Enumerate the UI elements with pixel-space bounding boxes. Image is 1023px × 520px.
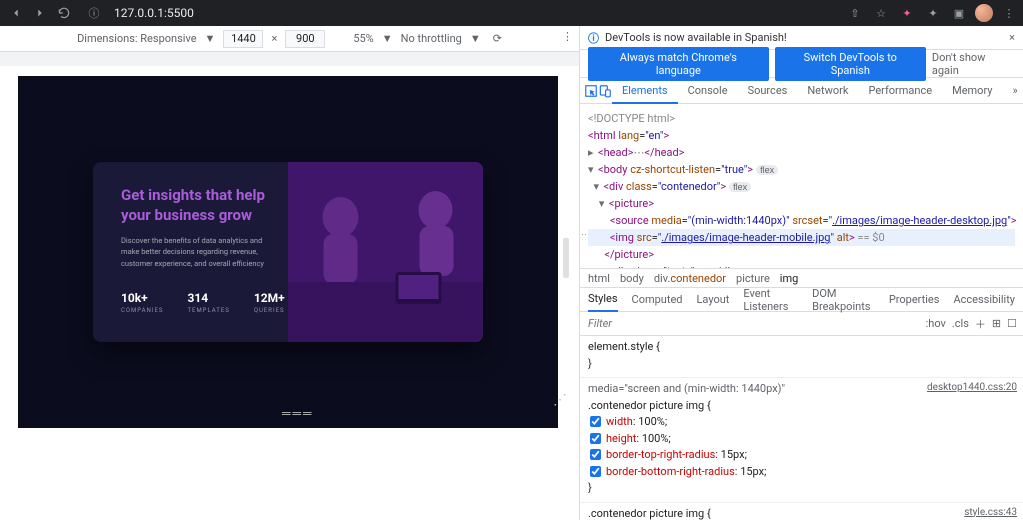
cls-toggle[interactable]: .cls — [952, 317, 969, 330]
throttle-dropdown-icon[interactable]: ▼ — [470, 32, 481, 45]
language-banner-text: DevTools is now available in Spanish! — [605, 31, 787, 44]
hov-toggle[interactable]: :hov — [926, 317, 946, 330]
info-icon[interactable]: ⓘ — [82, 1, 106, 25]
crumb-div[interactable]: div.contenedor — [654, 272, 726, 285]
back-button[interactable] — [4, 1, 28, 25]
resize-handle-right[interactable] — [563, 238, 569, 278]
breadcrumb[interactable]: html body div.contenedor picture img — [580, 268, 1023, 288]
styles-tabs: Styles Computed Layout Event Listeners D… — [580, 288, 1023, 312]
dont-show-link[interactable]: Don't show again — [932, 51, 1015, 77]
dom-tree[interactable]: <!DOCTYPE html> <html lang="en"> ▸<head>… — [580, 104, 1023, 268]
crumb-picture[interactable]: picture — [736, 272, 770, 285]
resize-handle-bottom[interactable]: ═══ — [282, 406, 314, 420]
prop-checkbox[interactable] — [590, 433, 601, 444]
subtab-properties[interactable]: Properties — [889, 293, 940, 306]
rule-style-css[interactable]: style.css:43 .contenedor picture img { b… — [580, 503, 1023, 520]
tabs-overflow-icon[interactable]: » — [1002, 78, 1023, 104]
profile-avatar[interactable] — [975, 4, 993, 22]
source-link[interactable]: style.css:43 — [964, 505, 1017, 520]
height-input[interactable] — [285, 30, 325, 48]
tab-console[interactable]: Console — [678, 78, 738, 104]
crumb-img[interactable]: img — [780, 272, 799, 285]
extension-icon-1[interactable]: ✦ — [897, 3, 917, 23]
stat-templates: 314TEMPLATES — [187, 291, 229, 314]
card-body: Discover the benefits of data analytics … — [121, 235, 268, 269]
styles-filter-bar: :hov .cls ＋ ⊞ ☐ — [580, 312, 1023, 336]
tab-sources[interactable]: Sources — [738, 78, 798, 104]
new-rule-icon[interactable]: ＋ — [975, 316, 986, 332]
styles-panel[interactable]: element.style { } desktop1440.css:20 med… — [580, 336, 1023, 520]
subtab-computed[interactable]: Computed — [632, 293, 683, 306]
tab-network[interactable]: Network — [797, 78, 858, 104]
info-icon: ⓘ — [588, 30, 599, 46]
prop-checkbox[interactable] — [590, 416, 601, 427]
rule-desktop-media[interactable]: desktop1440.css:20 media="screen and (mi… — [580, 378, 1023, 503]
subtab-dom-bp[interactable]: DOM Breakpoints — [812, 287, 875, 313]
stats-card: Get insights that help your business gro… — [93, 162, 483, 342]
device-mode-icon[interactable] — [598, 79, 612, 103]
card-headline: Get insights that help your business gro… — [121, 186, 268, 225]
throttle-label[interactable]: No throttling — [401, 32, 462, 45]
devtools-tabs: Elements Console Sources Network Perform… — [580, 78, 1023, 104]
rotate-icon[interactable]: ⟳ — [493, 32, 502, 45]
stat-queries: 12M+QUERIES — [254, 291, 285, 314]
source-link[interactable]: desktop1440.css:20 — [927, 380, 1017, 395]
subtab-accessibility[interactable]: Accessibility — [953, 293, 1015, 306]
forward-button[interactable] — [28, 1, 52, 25]
prop-checkbox[interactable] — [590, 449, 601, 460]
inspect-icon[interactable] — [584, 79, 598, 103]
page-preview: Get insights that help your business gro… — [18, 76, 558, 428]
resize-handle-corner[interactable]: ⋰ — [553, 392, 567, 408]
dimensions-label: Dimensions: Responsive — [77, 32, 196, 45]
device-menu-icon[interactable]: ⋮ — [562, 30, 573, 43]
language-banner-actions: Always match Chrome's language Switch De… — [580, 50, 1023, 78]
banner-close-icon[interactable]: × — [1009, 31, 1015, 44]
computed-icon[interactable]: ⊞ — [992, 317, 1001, 330]
rule-element-style[interactable]: element.style { } — [580, 336, 1023, 378]
reload-button[interactable] — [52, 1, 76, 25]
tab-memory[interactable]: Memory — [942, 78, 1002, 104]
devtools-panel: ⓘ DevTools is now available in Spanish! … — [580, 26, 1023, 520]
crumb-html[interactable]: html — [588, 272, 610, 285]
x-separator: × — [271, 32, 277, 45]
card-image — [288, 162, 483, 342]
always-match-button[interactable]: Always match Chrome's language — [588, 47, 769, 81]
styles-filter-input[interactable] — [580, 317, 926, 330]
subtab-events[interactable]: Event Listeners — [743, 287, 798, 313]
panel-icon[interactable]: ▣ — [949, 3, 969, 23]
extensions-icon[interactable]: ✦ — [923, 3, 943, 23]
crumb-body[interactable]: body — [620, 272, 644, 285]
tab-performance[interactable]: Performance — [858, 78, 942, 104]
preview-viewport: Get insights that help your business gro… — [0, 66, 579, 520]
zoom-label[interactable]: 55% — [353, 32, 373, 45]
subtab-layout[interactable]: Layout — [697, 293, 730, 306]
bookmark-icon[interactable]: ☆ — [871, 3, 891, 23]
share-icon[interactable]: ⇧ — [845, 3, 865, 23]
prop-checkbox[interactable] — [590, 466, 601, 477]
rendering-icon[interactable]: ☐ — [1007, 317, 1017, 330]
url-bar[interactable]: 127.0.0.1:5500 — [114, 6, 845, 20]
device-toolbar: Dimensions: Responsive ▼ × 55% ▼ No thro… — [0, 26, 579, 52]
browser-toolbar: ⓘ 127.0.0.1:5500 ⇧ ☆ ✦ ✦ ▣ ⋮ — [0, 0, 1023, 26]
workspace: Dimensions: Responsive ▼ × 55% ▼ No thro… — [0, 26, 1023, 520]
subtab-styles[interactable]: Styles — [588, 288, 618, 312]
chrome-menu-icon[interactable]: ⋮ — [999, 3, 1019, 23]
tab-elements[interactable]: Elements — [612, 78, 678, 104]
dimensions-dropdown-icon[interactable]: ▼ — [205, 32, 216, 45]
switch-language-button[interactable]: Switch DevTools to Spanish — [775, 47, 926, 81]
ruler — [0, 52, 579, 66]
headline-highlight: insights — [148, 186, 202, 204]
width-input[interactable] — [223, 30, 263, 48]
zoom-dropdown-icon[interactable]: ▼ — [382, 32, 393, 45]
preview-pane: Dimensions: Responsive ▼ × 55% ▼ No thro… — [0, 26, 580, 520]
stat-companies: 10k+COMPANIES — [121, 291, 163, 314]
